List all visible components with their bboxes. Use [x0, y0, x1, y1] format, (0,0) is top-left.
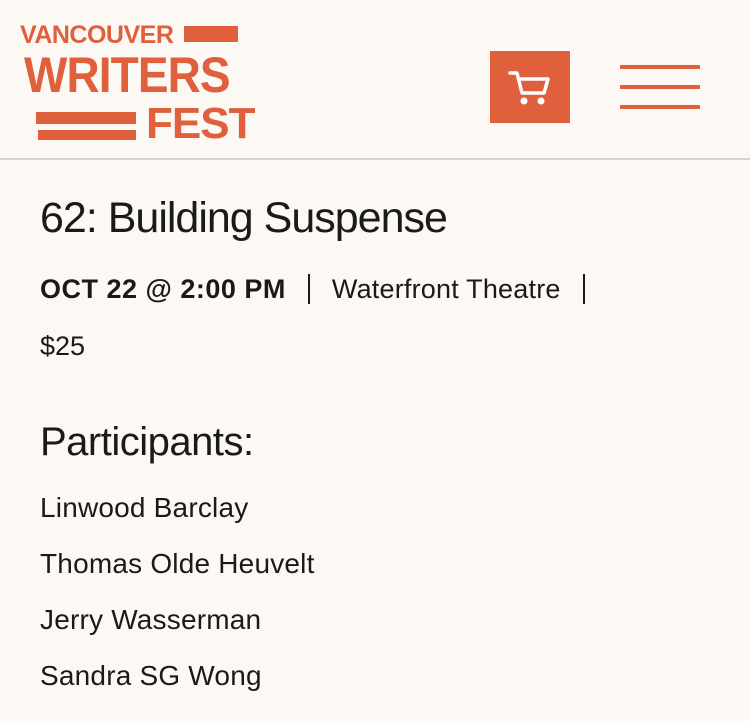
participant-link[interactable]: Thomas Olde Heuvelt: [40, 547, 315, 581]
participant-link[interactable]: Sandra SG Wong: [40, 659, 262, 693]
hamburger-menu-icon: [620, 105, 700, 109]
cart-button[interactable]: [490, 51, 570, 123]
logo-line-writers: WRITERS: [24, 47, 231, 103]
logo-bar: [38, 130, 136, 140]
participant-link[interactable]: Linwood Barclay: [40, 491, 248, 525]
event-title: 62: Building Suspense: [40, 194, 448, 242]
divider: [582, 274, 585, 304]
shopping-cart-icon: [508, 71, 550, 105]
site-header: VANCOUVER WRITERS FEST: [0, 0, 750, 160]
participants-heading: Participants:: [40, 420, 254, 464]
vancouver-writers-fest-logo[interactable]: VANCOUVER WRITERS FEST: [20, 20, 255, 146]
logo-bar: [184, 26, 238, 42]
participant-link[interactable]: Jerry Wasserman: [40, 603, 261, 637]
hamburger-menu-icon: [620, 65, 700, 69]
logo-line-vancouver: VANCOUVER: [20, 21, 174, 49]
hamburger-menu-button[interactable]: [620, 65, 700, 111]
event-price: $25: [40, 331, 86, 361]
event-date: OCT 22 @ 2:00 PM: [40, 274, 286, 304]
event-meta: OCT 22 @ 2:00 PM Waterfront Theatre: [40, 272, 607, 306]
divider: [307, 274, 310, 304]
logo-line-fest: FEST: [146, 99, 255, 148]
logo-bar: [36, 112, 136, 124]
event-venue[interactable]: Waterfront Theatre: [332, 274, 561, 304]
hamburger-menu-icon: [620, 85, 700, 89]
